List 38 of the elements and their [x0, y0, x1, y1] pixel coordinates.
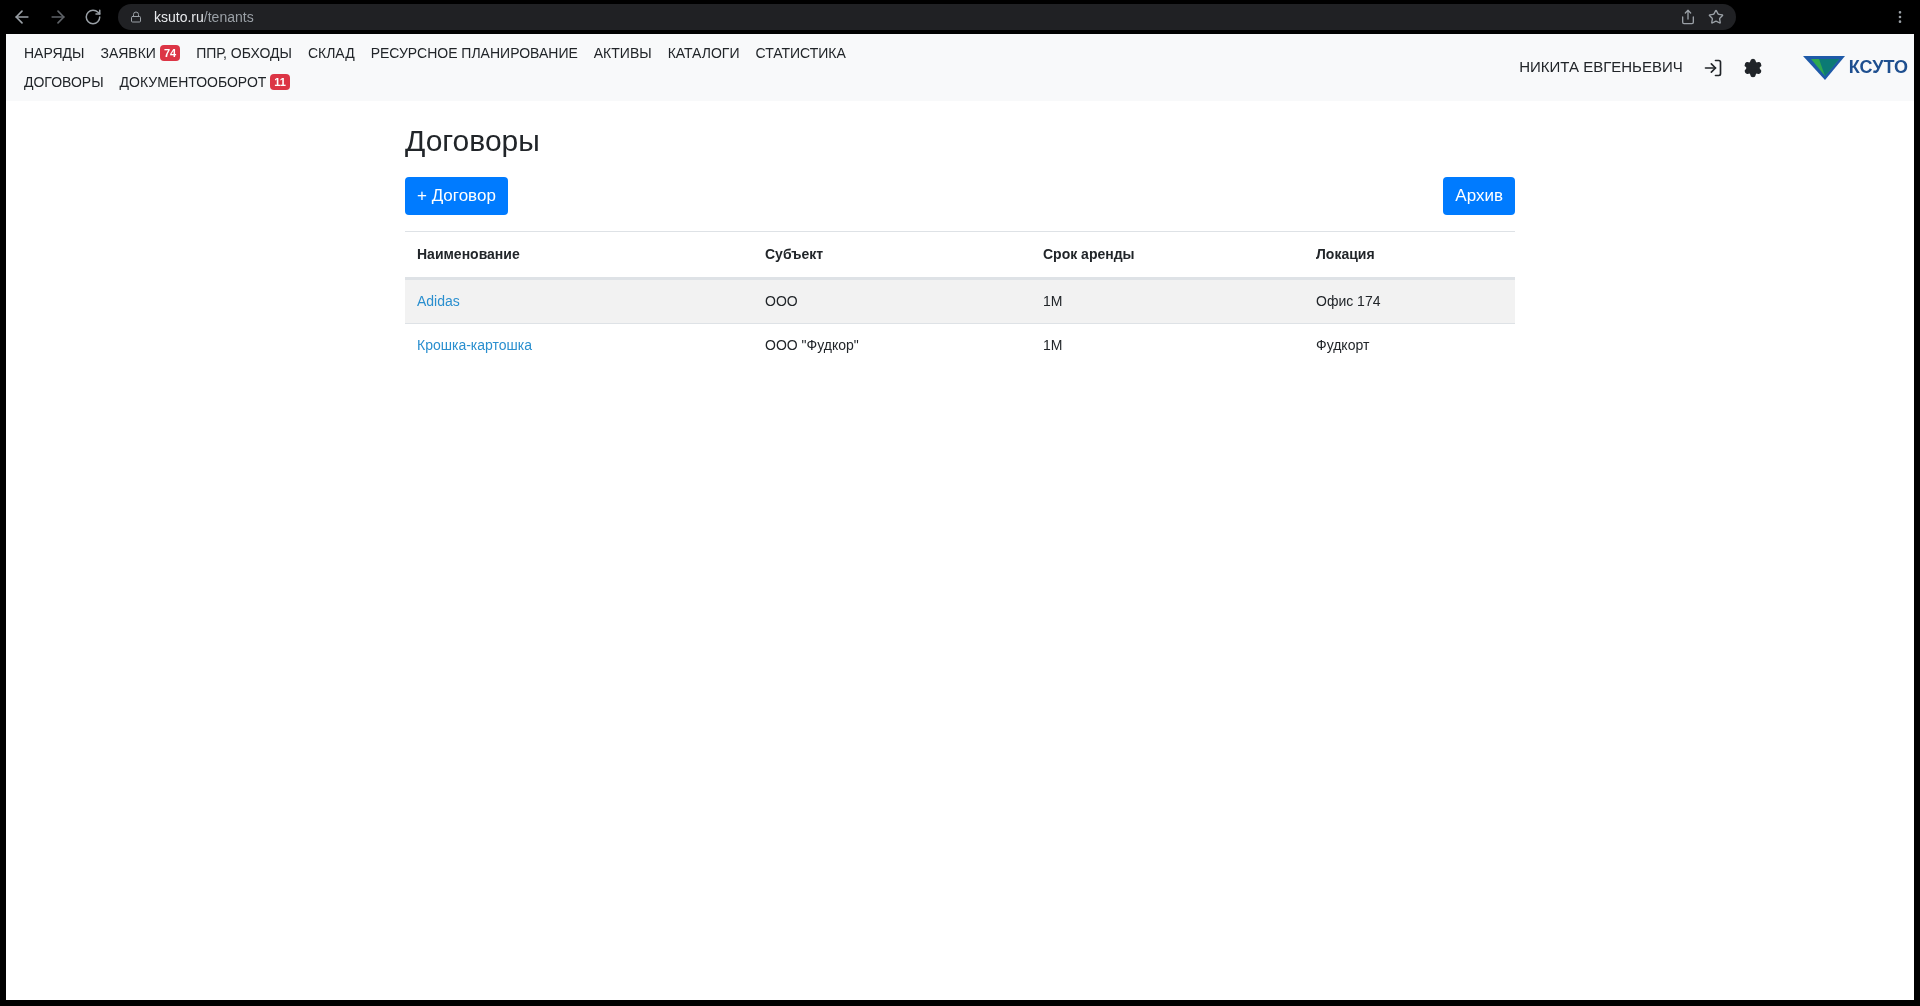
address-bar[interactable]: ksuto.ru/tenants	[118, 4, 1736, 30]
logo[interactable]: КСУТО	[1802, 54, 1908, 81]
contract-link[interactable]: Крошка-картошка	[417, 337, 533, 353]
user-name[interactable]: НИКИТА ЕВГЕНЬЕВИЧ	[1519, 56, 1683, 79]
share-icon[interactable]	[1680, 9, 1696, 25]
page-title: Договоры	[405, 123, 541, 159]
nav-link[interactable]: ППР, ОБХОДЫ	[196, 42, 292, 64]
nav-link[interactable]: КАТАЛОГИ	[667, 42, 740, 64]
table-row[interactable]: Adidas ООО 1М Офис 174	[405, 279, 1515, 323]
table-cell: Офис 174	[1316, 293, 1381, 309]
table-cell: 1М	[1043, 293, 1063, 309]
table-cell: Фудкорт	[1316, 337, 1370, 353]
table-cell: 1М	[1043, 337, 1063, 353]
add-contract-button[interactable]: + Договор	[405, 177, 508, 215]
column-header: Локация	[1316, 246, 1375, 262]
lock-icon	[130, 11, 142, 23]
logo-icon	[1802, 55, 1845, 80]
reload-icon[interactable]	[84, 8, 102, 26]
star-icon[interactable]	[1708, 9, 1724, 25]
nav-link[interactable]: СТАТИСТИКА	[755, 42, 846, 64]
count-badge: 74	[159, 45, 181, 61]
nav-link[interactable]: ДОКУМЕНТООБОРОТ 11	[119, 71, 290, 93]
logout-icon[interactable]	[1702, 57, 1723, 78]
column-header: Срок аренды	[1043, 246, 1135, 262]
nav-link[interactable]: НАРЯДЫ	[24, 42, 85, 64]
nav-link[interactable]: АКТИВЫ	[593, 42, 652, 64]
archive-button[interactable]: Архив	[1443, 177, 1515, 215]
table-cell: ООО	[765, 293, 798, 309]
count-badge: 11	[270, 74, 290, 90]
column-header: Наименование	[417, 246, 520, 262]
nav-link[interactable]: РЕСУРСНОЕ ПЛАНИРОВАНИЕ	[370, 42, 578, 64]
url-text: ksuto.ru/tenants	[154, 7, 254, 27]
table-cell: ООО "Фудкор"	[765, 337, 859, 353]
logo-text: КСУТО	[1848, 56, 1908, 79]
column-header: Субъект	[765, 246, 824, 262]
nav-link[interactable]: СКЛАД	[307, 42, 355, 64]
nav-link[interactable]: ЗАЯВКИ 74	[100, 42, 181, 64]
nav-link[interactable]: ДОГОВОРЫ	[24, 71, 104, 93]
